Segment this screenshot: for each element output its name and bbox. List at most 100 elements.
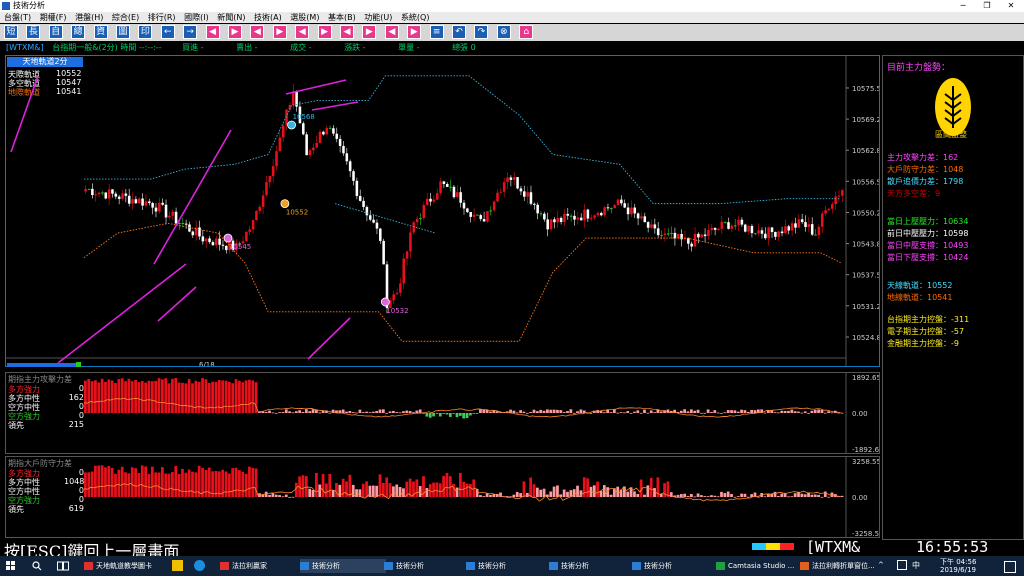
taskbar-item[interactable]: 法拉利贏家 — [220, 559, 306, 573]
menu-item[interactable]: 新聞(N) — [217, 13, 245, 22]
candle-body — [101, 192, 104, 194]
chrome-icon[interactable] — [194, 560, 205, 571]
toolbar-button-22[interactable]: ⊗ — [496, 25, 511, 39]
network-icon[interactable] — [897, 560, 907, 570]
candle-body — [569, 215, 573, 217]
candle-body — [620, 199, 623, 204]
force-bar — [378, 409, 382, 413]
toolbar-button-20[interactable]: ↶ — [452, 25, 466, 39]
force-bar — [763, 496, 767, 498]
candle-body — [87, 188, 91, 190]
ime-indicator[interactable]: 中 — [912, 560, 920, 571]
toolbar-button-15[interactable]: ◀ — [340, 25, 354, 39]
y-tick-label: 10569.20 — [852, 116, 879, 124]
menu-item[interactable]: 系統(Q) — [401, 13, 430, 22]
toolbar-button-16[interactable]: ▶ — [362, 25, 377, 39]
toolbar-button-10[interactable]: ▶ — [228, 25, 242, 39]
chart-scroll-track[interactable] — [7, 363, 81, 367]
main-price-chart[interactable]: 天地軌道2分 天際軌道 10552 多空軌道 10547 地際軌道 10541 10575… — [5, 55, 880, 367]
taskbar-item[interactable]: 技術分析 — [632, 559, 718, 573]
force-bar — [308, 488, 312, 497]
menu-item[interactable]: 港盤(H) — [75, 13, 103, 22]
force-bar — [643, 494, 646, 497]
search-icon[interactable] — [32, 561, 42, 571]
annotation-arrow — [311, 101, 359, 111]
defense-force-panel[interactable]: 期指大戶防守力差 多方強力 0 多方中性 1048 空方中性 0 空方強力 0 領先 619 32… — [5, 456, 880, 538]
force-bar — [375, 411, 379, 413]
candle-body — [161, 202, 164, 205]
candle-body — [335, 133, 339, 139]
status-stat: 金融期主力控盤：-9 — [887, 339, 959, 348]
force-bar — [489, 411, 492, 413]
chart-scroll-thumb[interactable] — [76, 362, 81, 367]
force-bar — [147, 474, 151, 497]
toolbar-button-8[interactable]: → — [183, 25, 198, 39]
file-explorer-icon[interactable] — [172, 560, 183, 571]
taskbar-item[interactable]: 技術分析 — [384, 559, 470, 573]
taskbar-item-active[interactable]: 技術分析 — [300, 559, 386, 573]
windows-start-icon[interactable] — [6, 561, 16, 571]
force-bar — [539, 409, 543, 413]
force-bar — [552, 409, 556, 413]
toolbar-button-13[interactable]: ◀ — [295, 25, 310, 39]
toolbar-button-5[interactable]: 圖 — [116, 25, 130, 39]
close-button[interactable]: ✕ — [1000, 0, 1022, 12]
taskbar-item[interactable]: 技術分析 — [549, 559, 635, 573]
menu-item[interactable]: 技術(A) — [254, 13, 282, 22]
menu-item[interactable]: 綜合(E) — [112, 13, 139, 22]
force-bar — [184, 383, 188, 413]
toolbar-button-3[interactable]: 總 — [71, 25, 86, 39]
taskbar-item[interactable]: 天地軌道教學圖卡 — [84, 559, 174, 573]
force-bar — [355, 412, 358, 414]
toolbar-button-0[interactable]: 短 — [4, 25, 18, 39]
minimize-button[interactable]: ─ — [952, 0, 974, 12]
candle-body — [509, 177, 513, 180]
candle-body — [154, 207, 158, 212]
candle-body — [392, 294, 395, 301]
toolbar-button-7[interactable]: ← — [160, 25, 175, 39]
task-view-icon[interactable] — [57, 561, 69, 571]
menu-item[interactable]: 期權(F) — [40, 13, 67, 22]
notification-icon[interactable] — [1004, 561, 1016, 573]
toolbar-button-18[interactable]: ▶ — [407, 25, 422, 39]
taskbar-item[interactable]: 技術分析 — [466, 559, 552, 573]
force-bar — [345, 411, 348, 413]
menu-item[interactable]: 國際(I) — [184, 13, 209, 22]
toolbar-button-4[interactable]: 資 — [93, 25, 108, 39]
toolbar-button-1[interactable]: 長 — [26, 25, 41, 39]
force-bar — [127, 473, 131, 497]
force-bar — [763, 412, 767, 414]
force-bar — [562, 412, 566, 413]
candle-body — [613, 205, 616, 209]
force-bar — [535, 411, 539, 413]
taskbar-item[interactable]: Camtasia Studio ... — [716, 559, 808, 573]
toolbar-button-21[interactable]: ↷ — [474, 25, 489, 39]
menu-item[interactable]: 選股(M) — [290, 13, 319, 22]
toolbar-button-23[interactable]: ⌂ — [519, 25, 534, 39]
tray-chevron-icon[interactable]: ^ — [878, 561, 884, 569]
toolbar-button-11[interactable]: ◀ — [250, 25, 265, 39]
force-bar — [304, 409, 308, 413]
taskbar-item[interactable]: 法拉利轉折單窗位... — [800, 559, 886, 573]
force-bar — [448, 413, 452, 417]
toolbar-button-19[interactable]: ≡ — [429, 25, 444, 39]
force-bar — [813, 494, 817, 497]
y-tick-label: 0.00 — [852, 410, 868, 418]
menu-item[interactable]: 台盤(T) — [4, 13, 31, 22]
candle-body — [583, 209, 586, 221]
candle-body — [221, 244, 225, 246]
toolbar-button-14[interactable]: ▶ — [317, 25, 332, 39]
taskbar-item-label: 法拉利贏家 — [232, 562, 267, 570]
attack-force-panel[interactable]: 期指主力攻擊力差 多方強力 0 多方中性 162 空方中性 0 空方強力 0 領先 215 189… — [5, 372, 880, 454]
menu-item[interactable]: 基本(B) — [328, 13, 356, 22]
toolbar-button-6[interactable]: 印 — [138, 25, 153, 39]
toolbar-button-17[interactable]: ◀ — [384, 25, 399, 39]
candle-body — [663, 233, 667, 236]
candle-body — [610, 208, 613, 210]
toolbar-button-12[interactable]: ▶ — [272, 25, 287, 39]
toolbar-button-2[interactable]: 自 — [48, 25, 63, 39]
menu-item[interactable]: 排行(R) — [148, 13, 176, 22]
menu-item[interactable]: 功能(U) — [364, 13, 392, 22]
maximize-button[interactable]: ❐ — [976, 0, 998, 12]
toolbar-button-9[interactable]: ◀ — [205, 25, 220, 39]
